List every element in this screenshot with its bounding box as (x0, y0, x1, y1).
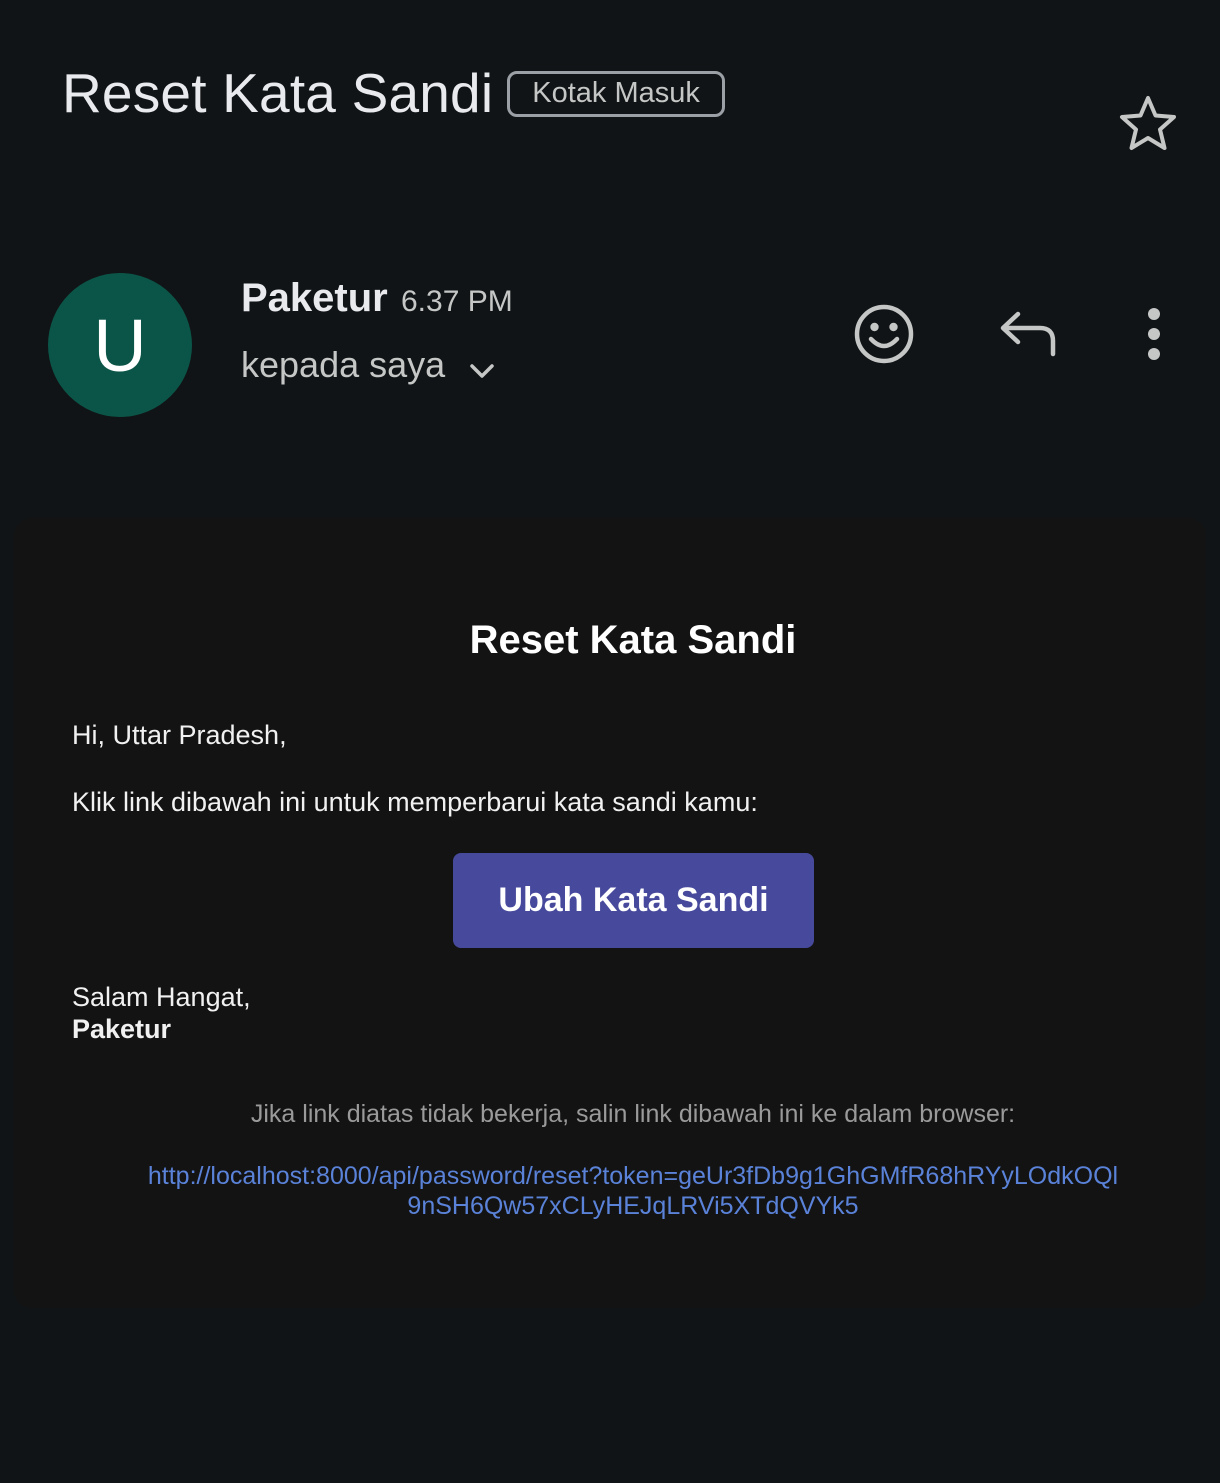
email-subject: Reset Kata Sandi (62, 62, 494, 124)
inbox-label-chip[interactable]: Kotak Masuk (507, 71, 725, 117)
reset-link-line-1: http://localhost:8000/api/password/reset… (147, 1162, 1119, 1190)
recipient-details-toggle[interactable]: kepada saya (241, 340, 497, 390)
reset-link-line-2: 9nSH6Qw57xCLyHEJqLRVi5XTdQVYk5 (407, 1192, 859, 1220)
sender-avatar[interactable]: U (48, 273, 192, 417)
password-reset-link[interactable]: http://localhost:8000/api/password/reset… (120, 1161, 1146, 1221)
chevron-down-icon (470, 364, 494, 378)
reply-icon[interactable] (998, 308, 1060, 360)
subject-header: Reset Kata Sandi Kotak Masuk (62, 58, 725, 128)
email-view: Reset Kata Sandi Kotak Masuk U Paketur 6… (0, 0, 1220, 1483)
avatar-initial: U (93, 303, 147, 387)
emoji-reaction-icon[interactable] (852, 302, 916, 366)
signoff-name: Paketur (72, 1014, 172, 1044)
recipient-text: kepada saya (241, 344, 446, 385)
email-heading: Reset Kata Sandi (469, 618, 797, 662)
fallback-note: Jika link diatas tidak bekerja, salin li… (250, 1100, 1016, 1128)
change-password-button[interactable]: Ubah Kata Sandi (453, 853, 814, 948)
sender-name: Paketur (241, 276, 388, 320)
star-icon[interactable] (1116, 92, 1180, 156)
signoff-text: Salam Hangat, (72, 982, 251, 1012)
greeting-text: Hi, Uttar Pradesh, (72, 720, 287, 750)
sent-time: 6.37 PM (401, 285, 513, 318)
instruction-text: Klik link dibawah ini untuk memperbarui … (72, 787, 758, 817)
more-vert-icon[interactable] (1138, 305, 1170, 363)
